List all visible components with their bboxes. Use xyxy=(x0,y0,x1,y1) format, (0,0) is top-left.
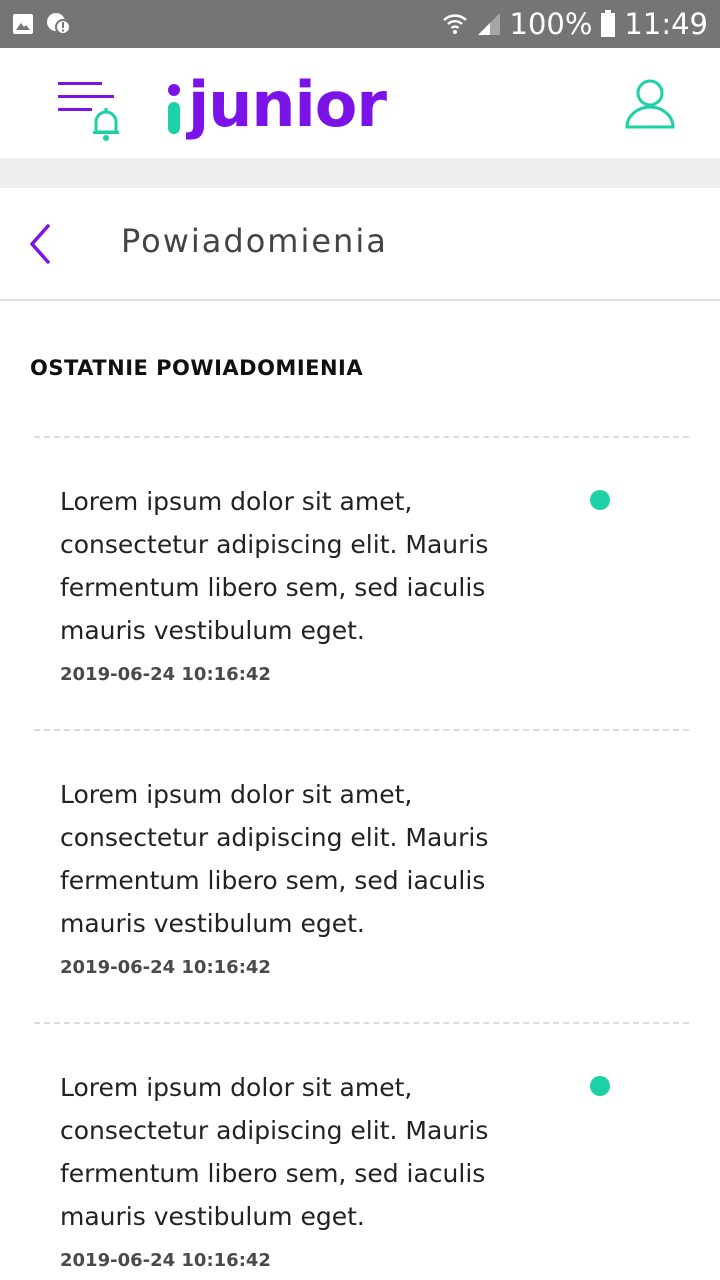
gallery-icon xyxy=(12,13,34,35)
notification-item[interactable]: Lorem ipsum dolor sit amet, consectetur … xyxy=(34,436,689,729)
notification-date: 2019-06-24 10:16:42 xyxy=(60,1250,271,1271)
app-header: junior xyxy=(0,48,720,158)
notification-date: 2019-06-24 10:16:42 xyxy=(60,957,271,978)
notification-list: Lorem ipsum dolor sit amet, consectetur … xyxy=(34,436,689,1280)
header-divider-band xyxy=(0,158,720,188)
page-header: Powiadomienia xyxy=(0,188,720,301)
logo-i-mark xyxy=(164,76,186,136)
signal-icon xyxy=(476,11,502,37)
notification-date: 2019-06-24 10:16:42 xyxy=(60,664,271,685)
profile-button[interactable] xyxy=(624,78,676,130)
unread-indicator xyxy=(590,1076,610,1096)
logo-text: junior xyxy=(188,68,387,141)
notification-text: Lorem ipsum dolor sit amet, consectetur … xyxy=(60,1073,489,1231)
status-bar: 100% 11:49 xyxy=(0,0,720,48)
user-icon xyxy=(625,79,675,129)
back-button[interactable] xyxy=(24,222,64,266)
section-title: OSTATNIE POWIADOMIENIA xyxy=(30,356,364,380)
notification-text: Lorem ipsum dolor sit amet, consectetur … xyxy=(60,487,489,645)
unread-indicator xyxy=(590,490,610,510)
clock: 11:49 xyxy=(624,7,708,41)
chevron-left-icon xyxy=(30,224,50,264)
notification-text: Lorem ipsum dolor sit amet, consectetur … xyxy=(60,780,489,938)
app-logo: junior xyxy=(164,66,387,141)
notification-item[interactable]: Lorem ipsum dolor sit amet, consectetur … xyxy=(34,1022,689,1280)
page-title: Powiadomienia xyxy=(121,222,388,260)
menu-bell-icon xyxy=(58,82,119,141)
battery-icon xyxy=(600,10,616,38)
wifi-icon xyxy=(442,11,468,37)
battery-percent: 100% xyxy=(509,7,593,41)
notification-item[interactable]: Lorem ipsum dolor sit amet, consectetur … xyxy=(34,729,689,1022)
account-alert-icon xyxy=(46,12,72,36)
menu-notifications-button[interactable] xyxy=(58,78,124,142)
